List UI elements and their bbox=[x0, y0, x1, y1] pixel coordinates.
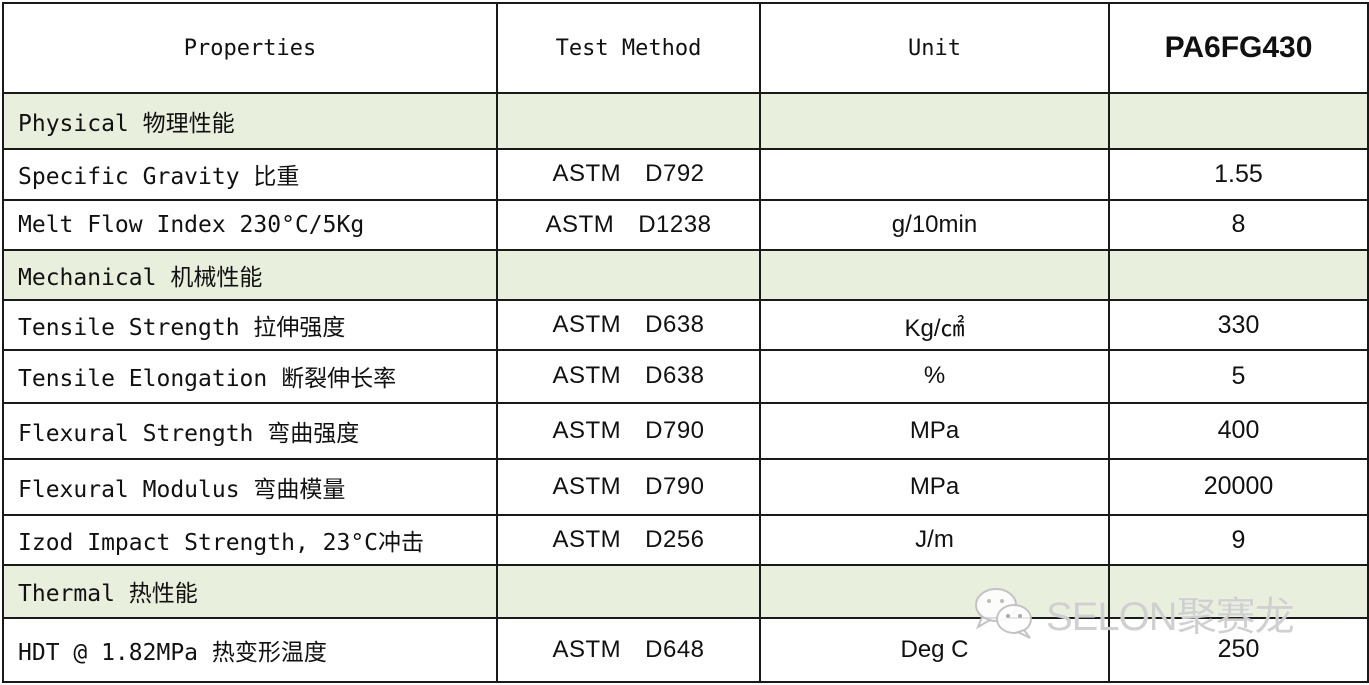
property-cell: HDT @ 1.82MPa 热变形温度 bbox=[2, 616, 498, 684]
test-method-standard: ASTM bbox=[552, 416, 622, 444]
section-blank-cell bbox=[1108, 564, 1369, 619]
property-cell: Izod Impact Strength, 23°C冲击 bbox=[2, 514, 498, 567]
table-row: Melt Flow Index 230°C/5Kg ASTM D1238 g/10mi… bbox=[2, 198, 1369, 251]
table-row: Specific Gravity 比重 ASTM D792 1.55 bbox=[2, 148, 1369, 201]
test-method-cell: ASTM D638 bbox=[496, 349, 761, 404]
value-cell: 400 bbox=[1108, 401, 1369, 460]
property-cell: Flexural Modulus 弯曲模量 bbox=[2, 457, 498, 517]
section-label: Mechanical 机械性能 bbox=[2, 248, 498, 302]
test-method-cell: ASTM D648 bbox=[496, 616, 761, 684]
test-method-cell: ASTM D790 bbox=[496, 401, 761, 460]
section-blank-cell bbox=[496, 248, 761, 302]
properties-table: Properties Test Method Unit PA6FG430 Phy… bbox=[2, 2, 1369, 684]
test-method-standard: ASTM bbox=[552, 526, 622, 554]
test-method-cell: ASTM D1238 bbox=[496, 198, 761, 251]
unit-cell: % bbox=[759, 349, 1110, 404]
section-blank-cell bbox=[496, 91, 761, 151]
table-row: Flexural Modulus 弯曲模量 ASTM D790 MPa 20000 bbox=[2, 457, 1369, 517]
section-blank-cell bbox=[1108, 91, 1369, 151]
test-method-code: D648 bbox=[645, 635, 705, 663]
unit-cell: MPa bbox=[759, 457, 1110, 517]
section-blank-cell bbox=[496, 564, 761, 619]
header-unit: Unit bbox=[759, 2, 1110, 94]
header-row: Properties Test Method Unit PA6FG430 bbox=[2, 2, 1369, 94]
test-method-cell: ASTM D792 bbox=[496, 148, 761, 201]
property-cell: Melt Flow Index 230°C/5Kg bbox=[2, 198, 498, 251]
section-label: Thermal 热性能 bbox=[2, 564, 498, 619]
test-method-standard: ASTM bbox=[552, 635, 622, 663]
value-cell: 8 bbox=[1108, 198, 1369, 251]
section-label: Physical 物理性能 bbox=[2, 91, 498, 151]
section-row: Physical 物理性能 bbox=[2, 91, 1369, 151]
table-row: Izod Impact Strength, 23°C冲击 ASTM D256 J/m 9 bbox=[2, 514, 1369, 567]
header-test-method: Test Method bbox=[496, 2, 761, 94]
section-row: Mechanical 机械性能 bbox=[2, 248, 1369, 302]
test-method-code: D638 bbox=[645, 311, 705, 339]
property-cell: Flexural Strength 弯曲强度 bbox=[2, 401, 498, 460]
test-method-standard: ASTM bbox=[552, 362, 622, 390]
unit-cell: MPa bbox=[759, 401, 1110, 460]
test-method-cell: ASTM D790 bbox=[496, 457, 761, 517]
value-cell: 1.55 bbox=[1108, 148, 1369, 201]
test-method-code: D792 bbox=[645, 160, 705, 188]
test-method-cell: ASTM D638 bbox=[496, 299, 761, 352]
test-method-code: D790 bbox=[645, 416, 705, 444]
section-blank-cell bbox=[759, 91, 1110, 151]
property-cell: Tensile Elongation 断裂伸长率 bbox=[2, 349, 498, 404]
table-row: Tensile Elongation 断裂伸长率 ASTM D638% 5 bbox=[2, 349, 1369, 404]
test-method-code: D256 bbox=[645, 526, 705, 554]
unit-cell bbox=[759, 148, 1110, 201]
section-blank-cell bbox=[1108, 248, 1369, 302]
unit-cell: Kg/㎠ bbox=[759, 299, 1110, 352]
test-method-standard: ASTM bbox=[552, 311, 622, 339]
section-row: Thermal 热性能 bbox=[2, 564, 1369, 619]
value-cell: 5 bbox=[1108, 349, 1369, 404]
property-cell: Specific Gravity 比重 bbox=[2, 148, 498, 201]
header-properties: Properties bbox=[2, 2, 498, 94]
test-method-cell: ASTM D256 bbox=[496, 514, 761, 567]
property-cell: Tensile Strength 拉伸强度 bbox=[2, 299, 498, 352]
header-product: PA6FG430 bbox=[1108, 2, 1369, 94]
table-row: Flexural Strength 弯曲强度 ASTM D790 MPa 400 bbox=[2, 401, 1369, 460]
test-method-code: D638 bbox=[645, 362, 705, 390]
test-method-standard: ASTM bbox=[552, 472, 622, 500]
test-method-standard: ASTM bbox=[552, 160, 622, 188]
test-method-code: D1238 bbox=[638, 210, 712, 238]
test-method-standard: ASTM bbox=[545, 210, 615, 238]
unit-cell: J/m bbox=[759, 514, 1110, 567]
value-cell: 250 bbox=[1108, 616, 1369, 684]
section-blank-cell bbox=[759, 248, 1110, 302]
table-row: HDT @ 1.82MPa 热变形温度 ASTM D648 Deg C 250 bbox=[2, 616, 1369, 684]
unit-cell: g/10min bbox=[759, 198, 1110, 251]
test-method-code: D790 bbox=[645, 472, 705, 500]
value-cell: 20000 bbox=[1108, 457, 1369, 517]
unit-cell: Deg C bbox=[759, 616, 1110, 684]
section-blank-cell bbox=[759, 564, 1110, 619]
value-cell: 330 bbox=[1108, 299, 1369, 352]
value-cell: 9 bbox=[1108, 514, 1369, 567]
table-row: Tensile Strength 拉伸强度 ASTM D638 Kg/㎠ 330 bbox=[2, 299, 1369, 352]
